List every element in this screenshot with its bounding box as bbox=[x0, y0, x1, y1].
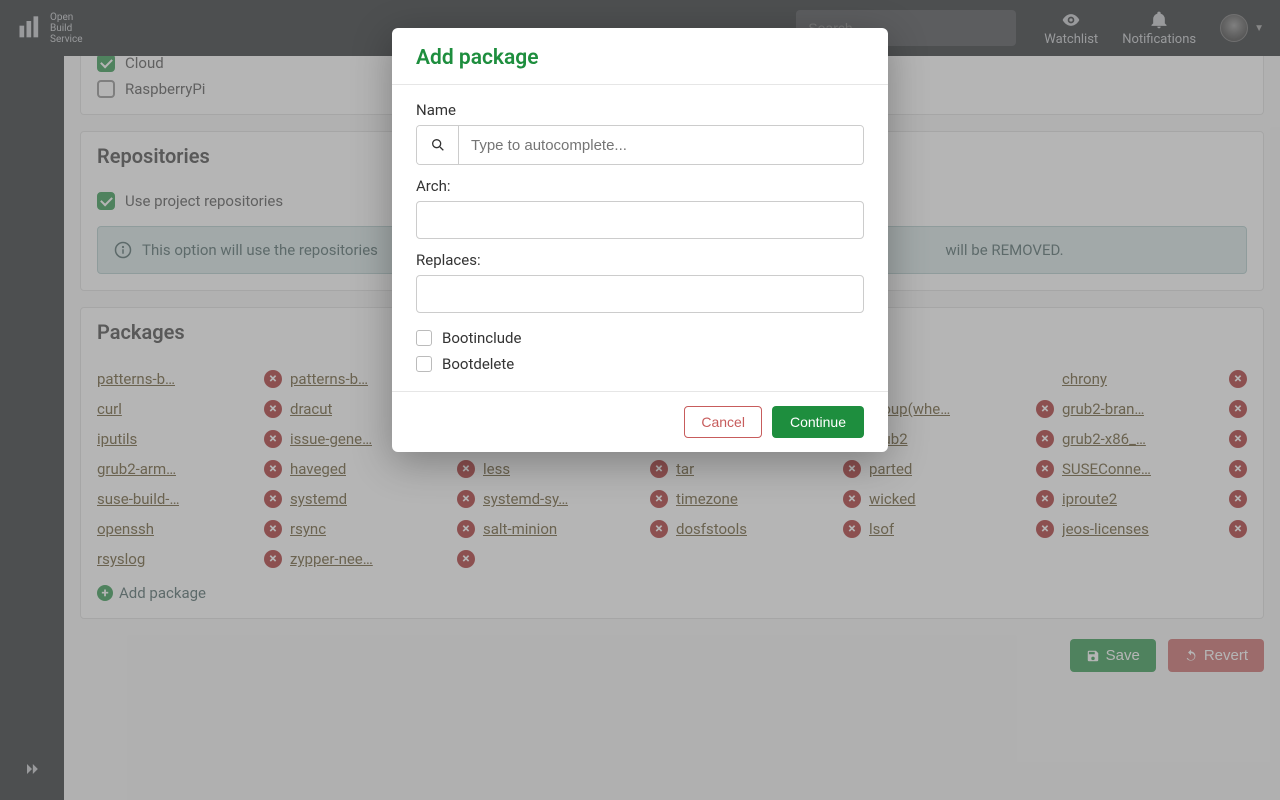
bootdelete-row[interactable]: Bootdelete bbox=[416, 355, 864, 373]
bootdelete-label: Bootdelete bbox=[442, 355, 514, 373]
checkbox-icon[interactable] bbox=[416, 330, 432, 346]
modal-footer: Cancel Continue bbox=[392, 391, 888, 452]
cancel-button[interactable]: Cancel bbox=[684, 406, 762, 438]
modal-body: Name Arch: Replaces: Bootinclude Bootdel… bbox=[392, 85, 888, 391]
name-label: Name bbox=[416, 101, 864, 119]
modal-title: Add package bbox=[416, 46, 864, 70]
replaces-input[interactable] bbox=[416, 275, 864, 313]
arch-input[interactable] bbox=[416, 201, 864, 239]
replaces-label: Replaces: bbox=[416, 251, 864, 269]
arch-label: Arch: bbox=[416, 177, 864, 195]
modal-header: Add package bbox=[392, 28, 888, 85]
name-input-group bbox=[416, 125, 864, 165]
name-input[interactable] bbox=[459, 126, 863, 164]
search-icon bbox=[430, 137, 446, 153]
continue-button[interactable]: Continue bbox=[772, 406, 864, 438]
add-package-modal: Add package Name Arch: Replaces: Bootinc… bbox=[392, 28, 888, 452]
bootinclude-row[interactable]: Bootinclude bbox=[416, 329, 864, 347]
search-addon bbox=[417, 126, 459, 164]
bootinclude-label: Bootinclude bbox=[442, 329, 521, 347]
checkbox-icon[interactable] bbox=[416, 356, 432, 372]
